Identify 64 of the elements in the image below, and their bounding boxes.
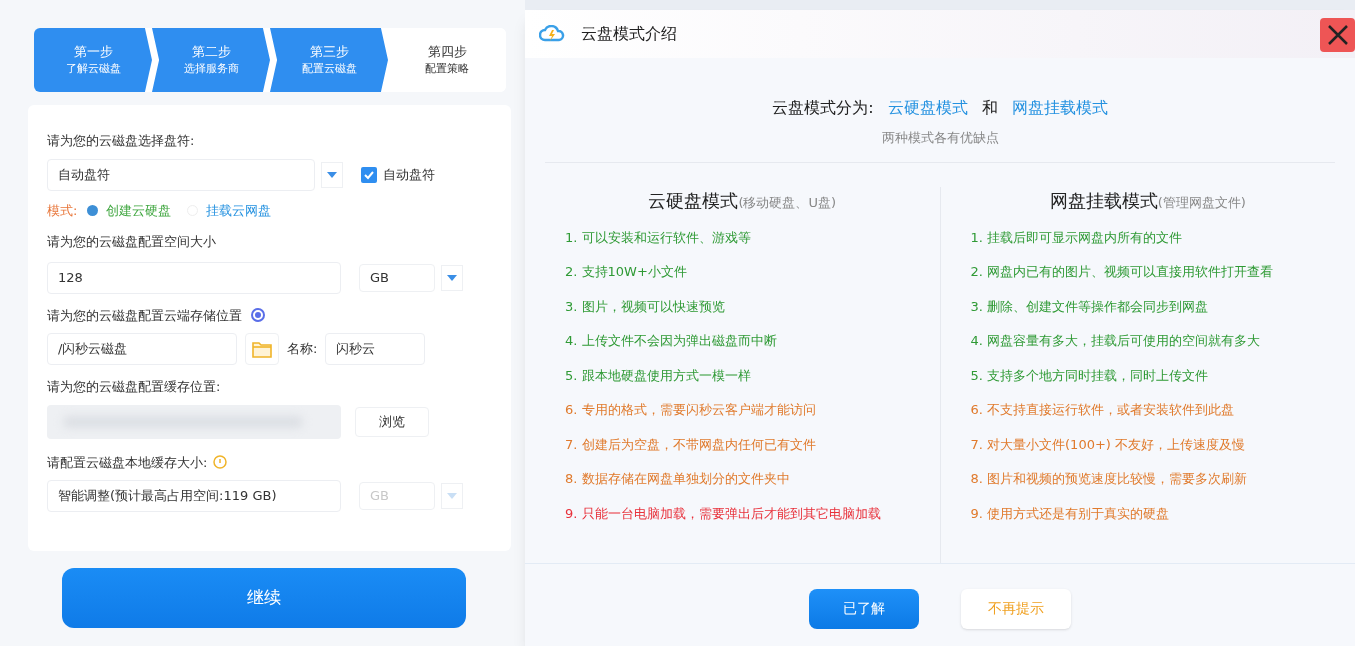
step-tab[interactable]: 第三步 配置云磁盘 (270, 28, 388, 92)
list-item: 5. 支持多个地方同时挂载，同时上传文件 (970, 366, 1210, 385)
mode-link[interactable]: 网盘挂载模式 (1011, 96, 1108, 120)
intro-text: 云盘模式分为: (772, 97, 874, 119)
field-label: 请为您的云磁盘配置空间大小 (47, 233, 217, 251)
column-note: (管理网盘文件) (1157, 195, 1246, 212)
list-item: 5. 跟本地硬盘使用方式一模一样 (565, 366, 752, 385)
list-item: 1. 可以安装和运行软件、游戏等 (565, 228, 752, 247)
dropdown-button[interactable] (321, 161, 343, 188)
column-title: 网盘挂载模式 (1049, 188, 1158, 213)
browse-button[interactable]: 浏览 (355, 406, 429, 437)
field-label: 请配置云磁盘本地缓存大小: (47, 453, 208, 472)
close-button[interactable] (1320, 18, 1355, 52)
field-label: 名称: (287, 340, 318, 359)
dialog-title: 云盘模式介绍 (581, 23, 677, 45)
list-item: 4. 网盘容量有多大，挂载后可使用的空间就有多大 (970, 332, 1262, 350)
step-tab[interactable]: 第一步 了解云磁盘 (34, 28, 152, 92)
input-field[interactable] (47, 404, 341, 439)
checkbox[interactable] (361, 166, 377, 183)
caret-icon (447, 274, 457, 281)
ok-button[interactable]: 已了解 (809, 588, 919, 629)
radio-label[interactable]: 创建云硬盘 (106, 200, 172, 220)
list-item: 1. 挂载后即可显示网盘内所有的文件 (970, 228, 1184, 247)
column-note: (移动硬盘、U盘) (738, 195, 837, 212)
list-item: 3. 删除、创建文件等操作都会同步到网盘 (970, 297, 1210, 316)
input-field[interactable]: 自动盘符 (47, 158, 315, 191)
list-item: 9. 使用方式还是有别于真实的硬盘 (970, 504, 1171, 523)
checkbox-label: 自动盘符 (383, 165, 435, 184)
caret-icon (327, 171, 337, 178)
conjunction-text: 和 (981, 97, 998, 119)
list-item: 9. 只能一台电脑加载，需要弹出后才能到其它电脑加载 (565, 504, 882, 523)
list-item: 6. 不支持直接运行软件，或者安装软件到此盘 (970, 401, 1236, 419)
radio-button[interactable] (87, 204, 99, 216)
unit-select[interactable]: GB (359, 263, 435, 292)
input-field[interactable]: 128 (47, 261, 341, 294)
close-icon (1326, 24, 1349, 46)
list-item: 3. 图片，视频可以快速预览 (565, 297, 726, 316)
info-icon (213, 455, 228, 470)
folder-icon (252, 340, 272, 358)
list-item: 8. 图片和视频的预览速度比较慢，需要多次刷新 (970, 470, 1249, 488)
input-field[interactable]: 闪秒云 (325, 333, 426, 365)
continue-button[interactable]: 继续 (61, 568, 466, 628)
list-item: 4. 上传文件不会因为弹出磁盘而中断 (565, 332, 778, 350)
input-field[interactable]: /闪秒云磁盘 (47, 333, 237, 365)
list-item: 8. 数据存储在网盘单独划分的文件夹中 (565, 470, 791, 488)
caret-icon (447, 493, 457, 499)
mode-link[interactable]: 云硬盘模式 (887, 96, 968, 120)
field-label: 请为您的云磁盘配置云端存储位置 (47, 306, 242, 325)
column-title: 云硬盘模式 (648, 188, 739, 213)
list-item: 7. 对大量小文件(100+) 不友好，上传速度及慢 (970, 435, 1247, 454)
cloud-icon (539, 25, 565, 43)
list-item: 2. 支持10W+小文件 (565, 263, 688, 281)
dropdown-button[interactable] (441, 264, 463, 291)
subtitle: 两种模式各有优缺点 (881, 129, 999, 147)
dismiss-button[interactable]: 不再提示 (961, 588, 1071, 629)
target-icon (250, 307, 266, 324)
field-label: 请为您的云磁盘配置缓存位置: (47, 378, 222, 396)
field-label: 请为您的云磁盘选择盘符: (47, 132, 196, 150)
list-item: 7. 创建后为空盘，不带网盘内任何已有文件 (565, 435, 817, 454)
list-item: 6. 专用的格式，需要闪秒云客户端才能访问 (565, 401, 817, 419)
mode-label: 模式: (47, 201, 78, 220)
list-item: 2. 网盘内已有的图片、视频可以直接用软件打开查看 (970, 263, 1275, 281)
radio-label[interactable]: 挂载云网盘 (206, 200, 272, 220)
step-tab[interactable]: 第二步 选择服务商 (152, 28, 270, 92)
